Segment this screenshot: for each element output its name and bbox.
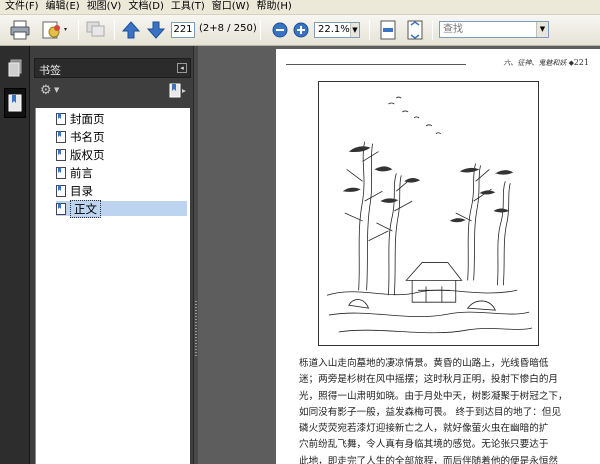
menu-view[interactable]: 视图(V) <box>84 0 126 14</box>
panel-title: 书签 <box>39 64 61 77</box>
bookmark-icon <box>56 166 66 179</box>
chevron-down-icon: ▼ <box>350 23 359 37</box>
full-screen-button[interactable] <box>405 19 425 41</box>
print-icon <box>10 20 30 40</box>
running-head-text: 六、征神、鬼魅和妖 ◆ <box>500 58 574 68</box>
search-input[interactable]: 查找 ▼ <box>439 21 549 38</box>
text-line: 栎道入山走向墓地的凄凉情景。黄昏的山路上，光线昏暗低 <box>299 358 549 369</box>
zoom-out-button[interactable] <box>271 19 289 41</box>
previous-page-button[interactable] <box>120 19 142 41</box>
pages-icon <box>8 59 22 77</box>
arrow-up-icon <box>121 21 141 39</box>
bookmark-icon <box>56 202 66 215</box>
bookmark-label: 前言 <box>70 165 93 180</box>
bookmark-options-button[interactable] <box>169 83 187 102</box>
bookmark-icon <box>56 184 66 197</box>
splitter-grip[interactable] <box>195 301 197 357</box>
bookmark-item[interactable]: 前言 <box>56 165 93 180</box>
zoom-select[interactable]: 22.1% ▼ <box>314 22 360 38</box>
menu-edit[interactable]: 编辑(E) <box>43 0 84 14</box>
next-page-button[interactable] <box>145 19 167 41</box>
comment-button[interactable] <box>84 19 108 41</box>
text-line: 穴前纷乱飞舞，令人真有身临其境的感觉。无论张只要达于 <box>299 439 549 451</box>
menu-bar: 文件(F) 编辑(E) 视图(V) 文档(D) 工具(T) 窗口(W) 帮助(H… <box>0 0 600 15</box>
bookmark-item-selected[interactable]: 正文 <box>56 199 187 218</box>
chevron-down-icon: ▼ <box>536 22 548 37</box>
page-number: 221 <box>573 58 589 67</box>
zoom-value: 22.1% <box>318 24 350 35</box>
menu-tools[interactable]: 工具(T) <box>168 0 209 14</box>
bookmark-icon <box>56 112 66 125</box>
print-button[interactable] <box>8 19 32 41</box>
landscape-illustration <box>318 81 539 346</box>
bookmark-list: 封面页 书名页 版权页 前言 目录 正文 <box>35 108 190 464</box>
collaborate-button[interactable] <box>40 19 70 41</box>
bookmark-label: 正文 <box>70 199 101 218</box>
bookmark-label: 版权页 <box>70 147 105 162</box>
arrow-down-icon <box>146 21 166 39</box>
toolbar: 221 (2+8 / 250) 22.1% ▼ 查找 ▼ <box>0 15 600 46</box>
page-number-input[interactable]: 221 <box>171 22 195 38</box>
text-line: 磷火荧荧宛若漆灯迎接新亡之人，就好像萤火虫在幽暗的扩 <box>299 423 549 435</box>
bookmark-icon <box>56 130 66 143</box>
document-page: 六、征神、鬼魅和妖 ◆ 221 栎道入山走向墓地的凄凉情景。黄昏的山路上，光线昏… <box>276 49 600 464</box>
text-line: 光，照得一山肃明如晓。由于月处中天，树影凝聚于树冠之下， <box>299 390 568 402</box>
running-head: 六、征神、鬼魅和妖 ◆ 221 <box>286 58 589 70</box>
menu-help[interactable]: 帮助(H) <box>253 0 295 14</box>
panel-toolbar: ⚙ ▼ <box>34 80 191 102</box>
body-text: 栎道入山走向墓地的凄凉情景。黄昏的山路上，光线昏暗低 迷；两旁是杉树在风中摇摆；… <box>299 356 591 464</box>
bookmark-icon <box>56 148 66 161</box>
navigation-strip <box>0 46 30 464</box>
search-placeholder: 查找 <box>443 24 463 35</box>
bookmark-item[interactable]: 版权页 <box>56 147 105 162</box>
zoom-in-button[interactable] <box>292 19 310 41</box>
pages-button[interactable] <box>4 56 26 80</box>
bookmark-item[interactable]: 封面页 <box>56 111 105 126</box>
chevron-down-icon: ▼ <box>54 86 60 94</box>
menu-file[interactable]: 文件(F) <box>2 0 43 14</box>
menu-window[interactable]: 窗口(W) <box>209 0 254 14</box>
fit-page-icon <box>380 20 396 40</box>
document-area[interactable]: 六、征神、鬼魅和妖 ◆ 221 栎道入山走向墓地的凄凉情景。黄昏的山路上，光线昏… <box>198 46 600 464</box>
text-line: 此地，即走完了人生的全部旅程，而后伴随着他的便是永恒然 <box>299 455 559 464</box>
bookmark-item[interactable]: 目录 <box>56 183 93 198</box>
collaborate-icon <box>42 21 67 39</box>
zoom-out-icon <box>272 22 288 38</box>
page-count: (2+8 / 250) <box>199 23 257 34</box>
collapse-panel-button[interactable]: ◂ <box>177 63 187 73</box>
full-screen-icon <box>407 20 423 40</box>
bookmark-item[interactable]: 书名页 <box>56 129 105 144</box>
text-line: 如同没有影子一般，益发森梅可畏。 终于到达目的地了：但见 <box>299 406 562 418</box>
menu-document[interactable]: 文档(D) <box>125 0 168 14</box>
panel-header: 书签 ◂ <box>34 58 191 78</box>
bookmark-options-icon <box>169 83 186 98</box>
fit-width-button[interactable] <box>378 19 398 41</box>
bookmark-label: 封面页 <box>70 111 105 126</box>
gear-icon[interactable]: ⚙ <box>40 84 52 97</box>
text-line: 迷；两旁是杉树在风中摇摆；这时秋月正明，投射下惨白的月 <box>299 374 559 386</box>
bookmark-label: 书名页 <box>70 129 105 144</box>
bookmark-icon <box>8 94 22 112</box>
comment-icon <box>86 21 105 37</box>
bookmarks-button[interactable] <box>4 88 26 118</box>
bookmark-label: 目录 <box>70 183 93 198</box>
zoom-in-icon <box>293 22 309 38</box>
